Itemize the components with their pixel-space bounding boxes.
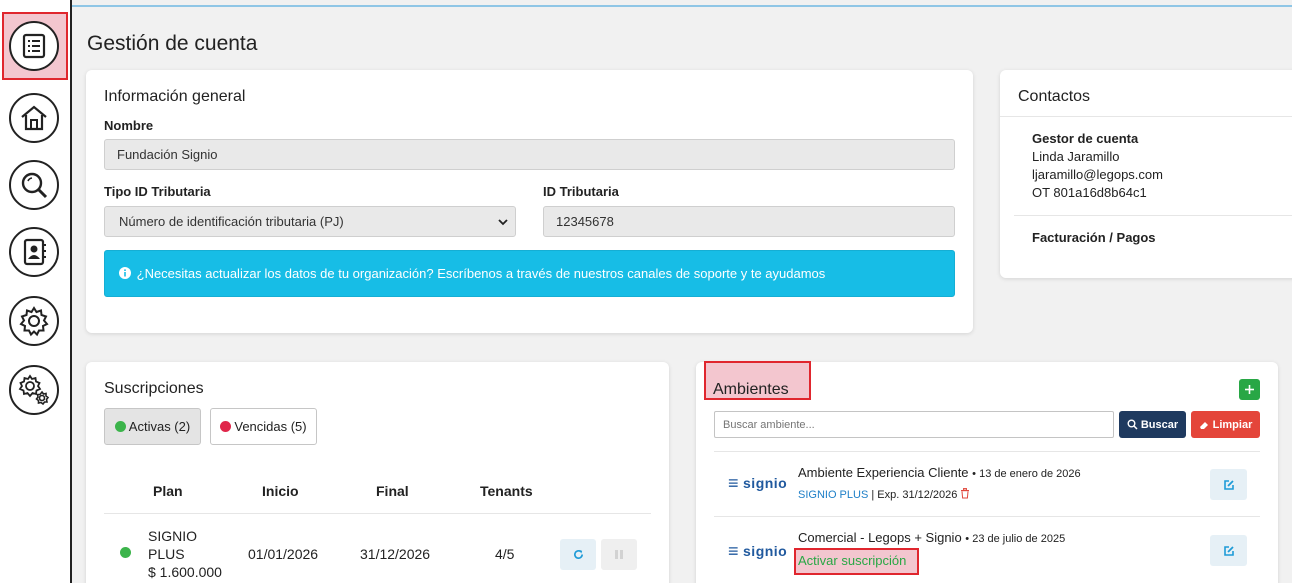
col-final: Final [376, 483, 409, 499]
divider [1000, 116, 1292, 117]
list-icon [22, 33, 46, 59]
gestor-email: ljaramillo@legops.com [1032, 167, 1163, 182]
ambiente-name[interactable]: Comercial - Legops + Signio • 23 de juli… [798, 530, 1065, 545]
renew-button[interactable] [560, 539, 596, 570]
top-accent-line [72, 5, 1292, 7]
ambiente-name-text: Ambiente Experiencia Cliente [798, 465, 969, 480]
edit-icon [1223, 479, 1234, 490]
home-icon [21, 105, 47, 131]
tab-activas[interactable]: Activas (2) [104, 408, 201, 445]
gestor-ot: OT 801a16d8b64c1 [1032, 185, 1147, 200]
plan-price: $ 1.600.000 [148, 564, 222, 580]
add-ambiente-button[interactable] [1239, 379, 1260, 400]
final-date: 31/12/2026 [360, 546, 431, 562]
edit-icon [1223, 545, 1234, 556]
edit-ambiente-button[interactable] [1210, 535, 1247, 566]
signio-logo-text: signio [743, 543, 788, 559]
sidebar-item-search[interactable] [9, 160, 59, 210]
ambiente-date: 23 de julio de 2025 [972, 533, 1066, 545]
signio-logo-mark: ≡ [728, 541, 740, 561]
sidebar [0, 0, 72, 583]
tab-activas-label: Activas (2) [128, 419, 191, 434]
tipo-id-value: Número de identificación tributaria (PJ) [119, 214, 344, 229]
ambiente-date: 13 de enero de 2026 [979, 468, 1081, 480]
pause-button[interactable] [601, 539, 637, 570]
tab-vencidas-label: Vencidas (5) [234, 419, 307, 434]
plan-name-line1: SIGNIO [148, 528, 198, 544]
search-icon [1127, 419, 1138, 430]
signio-logo-mark: ≡ [728, 473, 740, 493]
signio-logo-text: signio [743, 475, 788, 491]
buscar-label: Buscar [1140, 418, 1179, 431]
sidebar-item-contacts[interactable] [9, 227, 59, 277]
col-tenants: Tenants [480, 483, 533, 499]
divider [714, 516, 1260, 517]
ambiente-name-text: Comercial - Legops + Signio [798, 530, 962, 545]
divider [1014, 215, 1292, 216]
ambientes-title: Ambientes [713, 381, 789, 398]
nombre-label: Nombre [104, 118, 154, 133]
limpiar-label: Limpiar [1212, 418, 1253, 431]
signio-logo: ≡ signio [728, 542, 787, 560]
signio-logo: ≡ signio [728, 474, 787, 492]
settings-icon [19, 306, 49, 337]
sidebar-item-settings[interactable] [9, 296, 59, 346]
edit-ambiente-button[interactable] [1210, 469, 1247, 500]
ambiente-plan[interactable]: SIGNIO PLUS [798, 489, 868, 501]
sidebar-item-advanced-settings[interactable] [9, 365, 59, 415]
gestor-label: Gestor de cuenta [1032, 131, 1139, 146]
alert-text: ¿Necesitas actualizar los datos de tu or… [136, 266, 826, 281]
page-title: Gestión de cuenta [87, 32, 258, 55]
tipo-id-label: Tipo ID Tributaria [104, 184, 211, 199]
sidebar-item-account[interactable] [9, 21, 59, 71]
status-dot-icon [120, 547, 131, 558]
inicio-date: 01/01/2026 [248, 546, 319, 562]
contactos-title: Contactos [1018, 88, 1091, 105]
ambiente-plan-line: SIGNIO PLUS | Exp. 31/12/2026 [798, 488, 970, 501]
pause-icon [615, 550, 623, 559]
advanced-settings-icon [18, 374, 50, 406]
facturacion-label[interactable]: Facturación / Pagos [1032, 230, 1156, 245]
id-tributaria-label: ID Tributaria [543, 184, 619, 199]
activar-suscripcion-link[interactable]: Activar suscripción [798, 553, 906, 568]
plus-icon [1245, 385, 1254, 394]
tab-vencidas[interactable]: Vencidas (5) [210, 408, 317, 445]
table-header-divider [104, 513, 651, 514]
id-tributaria-field[interactable]: 12345678 [543, 206, 955, 237]
info-icon [119, 267, 131, 279]
col-plan: Plan [153, 483, 183, 499]
limpiar-button[interactable]: Limpiar [1191, 411, 1260, 438]
contacts-icon [23, 238, 46, 266]
update-info-alert: ¿Necesitas actualizar los datos de tu or… [104, 250, 955, 297]
nombre-field[interactable]: Fundación Signio [104, 139, 955, 170]
gestor-name: Linda Jaramillo [1032, 149, 1120, 164]
tipo-id-select[interactable]: Número de identificación tributaria (PJ) [104, 206, 516, 237]
active-dot-icon [114, 421, 126, 432]
buscar-button[interactable]: Buscar [1119, 411, 1186, 438]
eraser-icon [1199, 421, 1208, 429]
suscripciones-title: Suscripciones [104, 380, 204, 397]
tenants-count: 4/5 [495, 546, 515, 562]
divider [714, 451, 1260, 452]
expired-dot-icon [220, 421, 232, 432]
col-inicio: Inicio [262, 483, 299, 499]
ambiente-name[interactable]: Ambiente Experiencia Cliente • 13 de ene… [798, 465, 1081, 480]
plan-name-line2: PLUS [148, 546, 185, 562]
chevron-down-icon [498, 219, 508, 226]
info-general-title: Información general [104, 88, 246, 105]
search-ambiente-input[interactable] [714, 411, 1114, 438]
sidebar-item-home[interactable] [9, 93, 59, 143]
search-icon [21, 172, 48, 199]
trash-icon[interactable] [960, 488, 970, 499]
ambiente-exp: | Exp. 31/12/2026 [871, 489, 958, 501]
refresh-icon [573, 549, 583, 559]
